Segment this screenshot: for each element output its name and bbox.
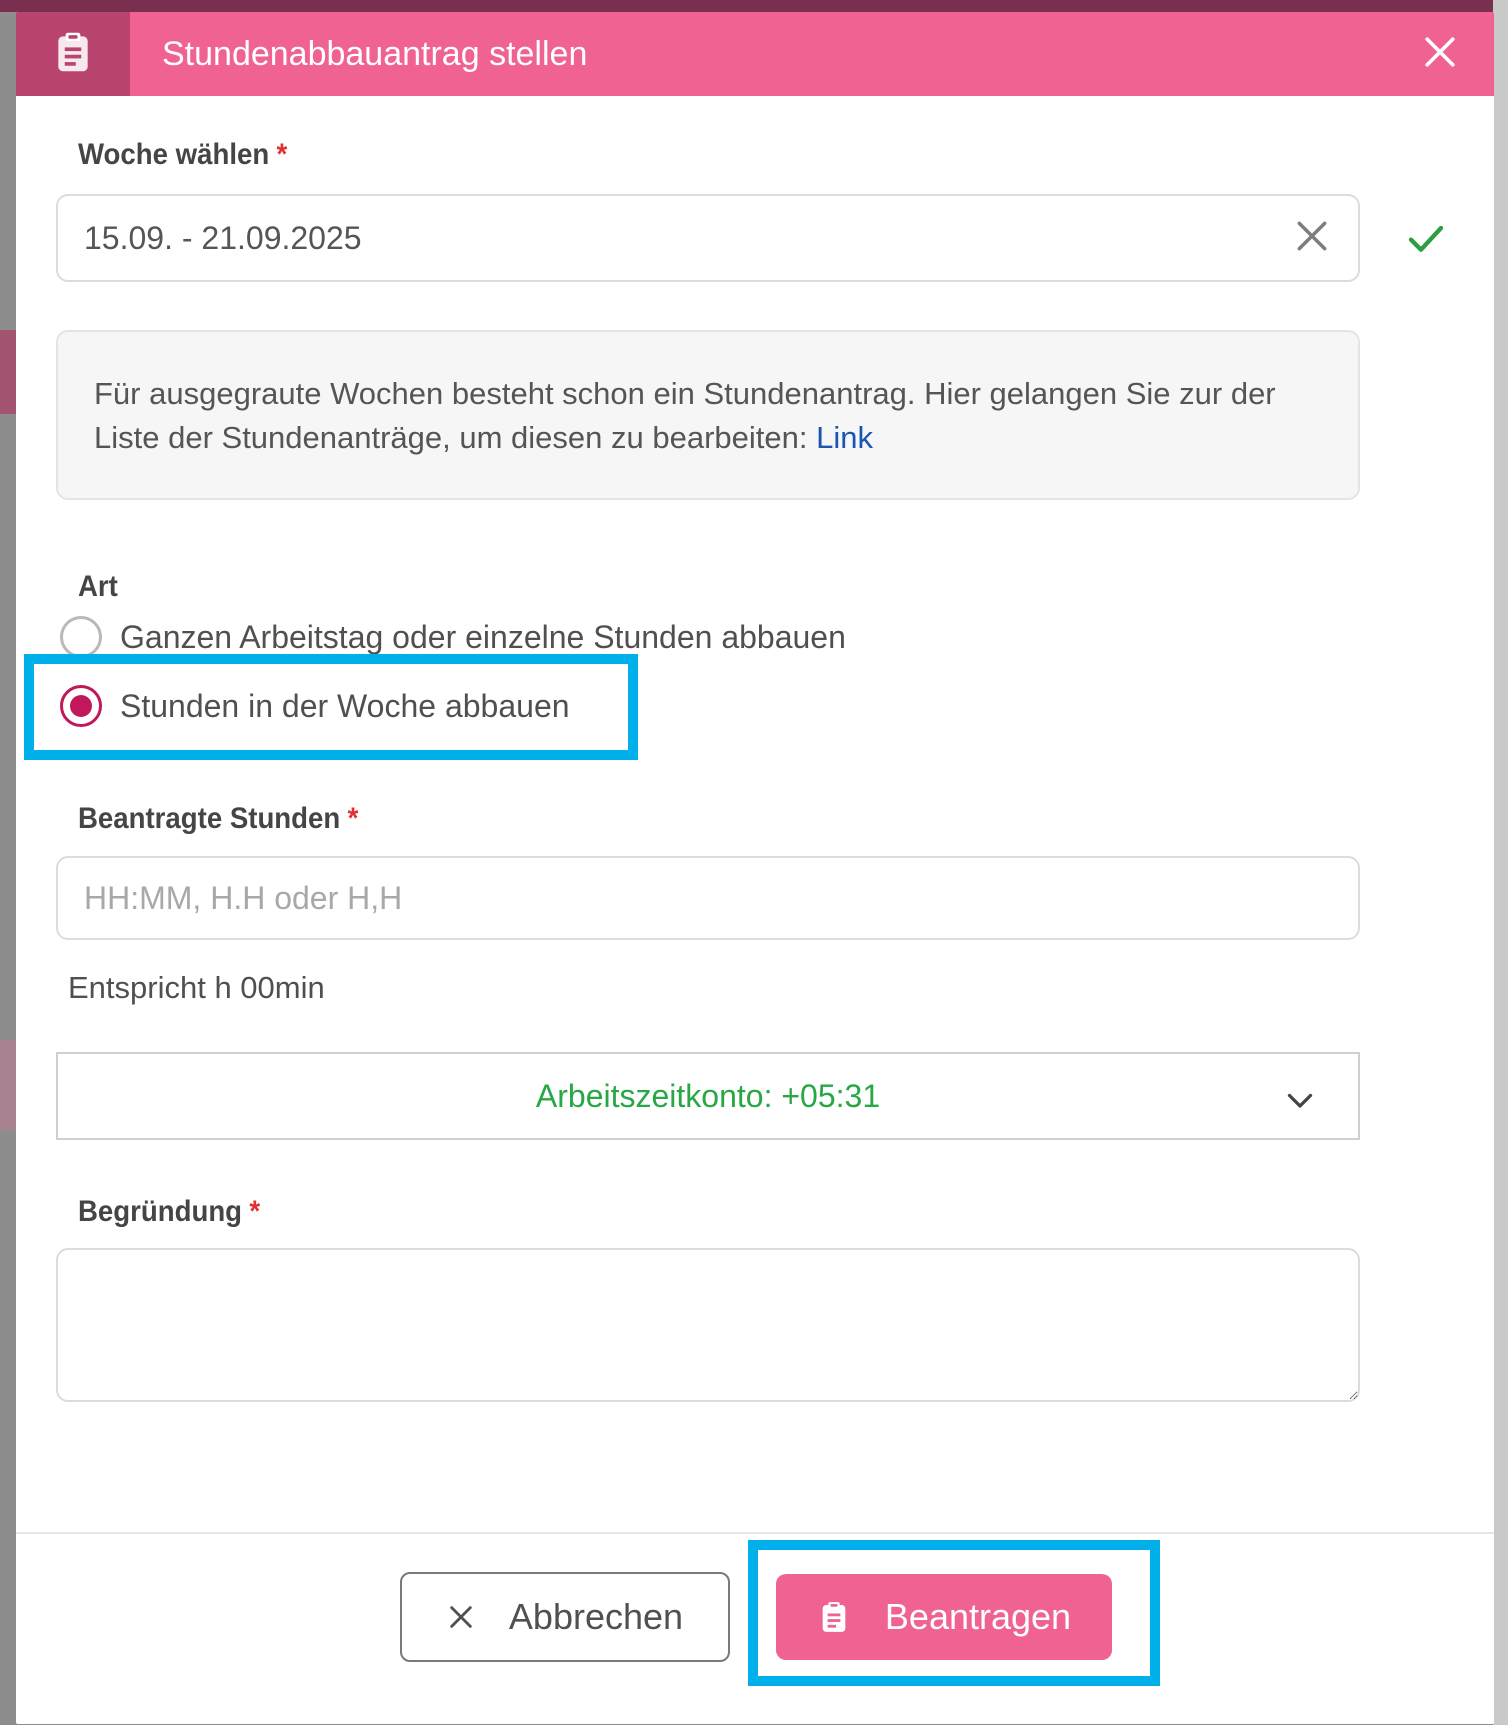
radio-button[interactable] [60, 616, 102, 658]
header-icon-box [16, 12, 130, 96]
radio-option-week-hours[interactable]: Stunden in der Woche abbauen [60, 685, 570, 727]
required-mark: * [249, 1195, 261, 1228]
dialog-title: Stundenabbauantrag stellen [162, 35, 588, 73]
footer-divider [16, 1532, 1494, 1534]
radio-button-checked[interactable] [60, 685, 102, 727]
check-icon [1406, 218, 1446, 258]
dialog-header: Stundenabbauantrag stellen [16, 12, 1494, 96]
info-box: Für ausgegraute Wochen besteht schon ein… [56, 330, 1360, 500]
close-icon [1423, 35, 1457, 74]
cancel-label: Abbrechen [508, 1596, 684, 1637]
info-text: Für ausgegraute Wochen besteht schon ein… [94, 376, 1276, 455]
art-label: Art [78, 570, 118, 603]
hours-input[interactable] [56, 856, 1360, 940]
close-icon [1293, 217, 1331, 260]
clipboard-icon [51, 30, 95, 79]
submit-button[interactable]: Beantragen [776, 1574, 1112, 1660]
chevron-down-icon [1282, 1082, 1318, 1118]
cancel-button[interactable]: Abbrechen [400, 1572, 730, 1662]
week-label-text: Woche wählen [78, 138, 270, 171]
reason-label-text: Begründung [78, 1195, 243, 1228]
week-value: 15.09. - 21.09.2025 [84, 220, 362, 256]
hours-helper-text: Entspricht h 00min [68, 970, 325, 1005]
hours-label: Beantragte Stunden * [78, 802, 358, 836]
backdrop-right [1493, 0, 1508, 1725]
close-icon [447, 1603, 475, 1631]
required-mark: * [276, 138, 288, 171]
backdrop-strip [0, 1040, 16, 1130]
request-dialog: Stundenabbauantrag stellen Woche wählen *… [16, 12, 1494, 1724]
radio-label: Ganzen Arbeitstag oder einzelne Stunden … [120, 618, 846, 655]
info-link[interactable]: Link [816, 420, 873, 455]
hours-label-text: Beantragte Stunden [78, 802, 341, 835]
radio-label: Stunden in der Woche abbauen [120, 687, 570, 724]
reason-label: Begründung * [78, 1195, 260, 1229]
week-clear-button[interactable] [1288, 214, 1336, 262]
account-balance: Arbeitszeitkonto: +05:31 [535, 1078, 881, 1114]
dialog-close-button[interactable] [1416, 30, 1464, 78]
required-mark: * [347, 802, 359, 835]
week-label: Woche wählen * [78, 138, 287, 172]
radio-option-whole-day[interactable]: Ganzen Arbeitstag oder einzelne Stunden … [60, 616, 846, 658]
week-picker[interactable]: 15.09. - 21.09.2025 [56, 194, 1360, 282]
backdrop-strip [0, 330, 16, 414]
account-dropdown[interactable]: Arbeitszeitkonto: +05:31 [56, 1052, 1360, 1140]
clipboard-icon [817, 1600, 851, 1634]
backdrop-top [0, 0, 1508, 12]
submit-label: Beantragen [884, 1596, 1072, 1637]
reason-textarea[interactable] [56, 1248, 1360, 1402]
